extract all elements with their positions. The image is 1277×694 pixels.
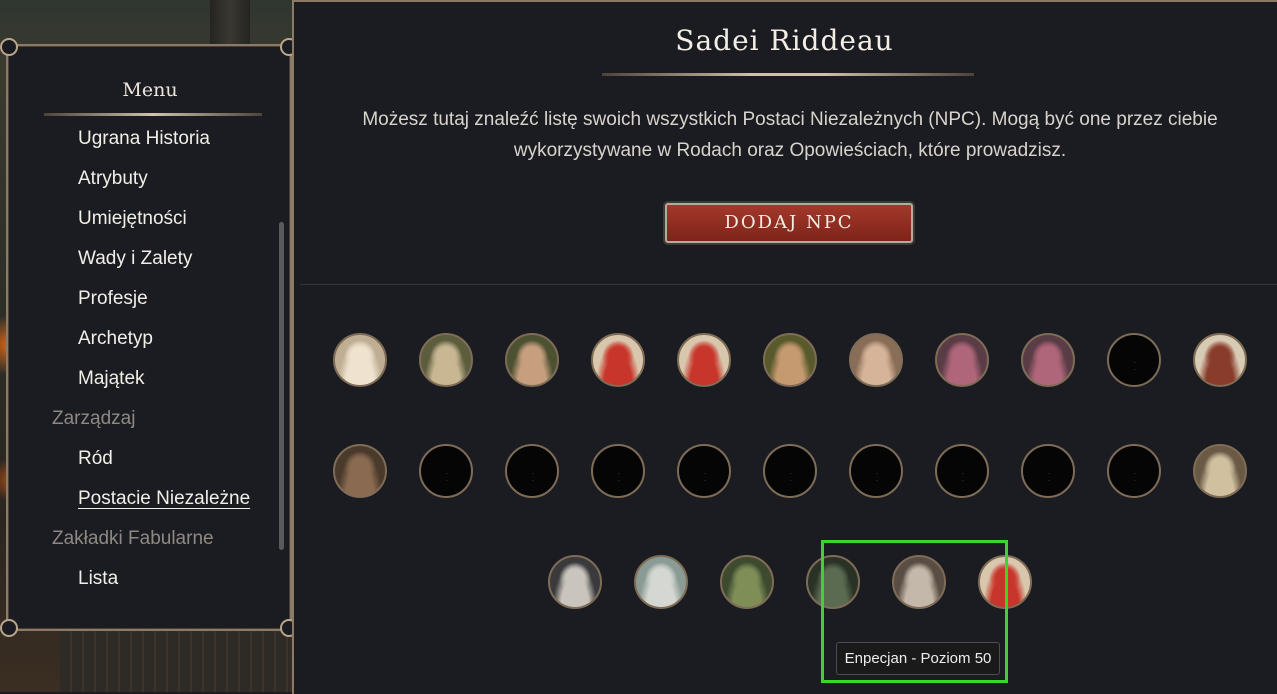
npc-avatar[interactable] [935,333,989,387]
title-divider [602,73,974,76]
menu-item-archetyp[interactable]: Archetyp [78,328,153,350]
npc-avatar[interactable] [333,444,387,498]
npc-avatar[interactable] [505,333,559,387]
npc-tooltip: Enpecjan - Poziom 50 [836,642,1000,675]
menu-scrollbar[interactable] [279,222,284,550]
placeholder-eyes-icon: · · [962,471,966,485]
menu-item-profesje[interactable]: Profesje [78,288,148,310]
placeholder-eyes-icon: · · [1134,360,1138,374]
menu-item-wady-i-zalety[interactable]: Wady i Zalety [78,248,192,270]
npc-avatar-empty[interactable]: · · [1021,444,1075,498]
menu-item-ugrana-historia[interactable]: Ugrana Historia [78,128,210,150]
npc-avatar-empty[interactable]: · · [505,444,559,498]
placeholder-eyes-icon: · · [1048,471,1052,485]
placeholder-eyes-icon: · · [704,471,708,485]
placeholder-eyes-icon: · · [618,471,622,485]
npc-avatar[interactable] [1193,444,1247,498]
npc-avatar[interactable] [763,333,817,387]
menu-item-majatek[interactable]: Majątek [78,368,145,390]
menu-item-atrybuty[interactable]: Atrybuty [78,168,148,190]
npc-avatar[interactable] [1021,333,1075,387]
menu-item-umiejetnosci[interactable]: Umiejętności [78,208,187,230]
npc-avatar[interactable] [548,555,602,609]
intro-line-1: Możesz tutaj znaleźć listę swoich wszyst… [362,109,1218,130]
npc-avatar-empty[interactable]: · · [419,444,473,498]
menu-section-zakladki-fabularne: Zakładki Fabularne [52,528,214,549]
placeholder-eyes-icon: · · [790,471,794,485]
placeholder-eyes-icon: · · [1134,471,1138,485]
menu-divider [44,113,262,116]
npc-avatar[interactable] [419,333,473,387]
placeholder-eyes-icon: · · [446,471,450,485]
npc-avatar-empty[interactable]: · · [763,444,817,498]
npc-avatar[interactable] [720,555,774,609]
npc-avatar-empty[interactable]: · · [591,444,645,498]
section-divider [300,284,1277,285]
npc-avatar[interactable] [333,333,387,387]
npc-avatar[interactable] [1193,333,1247,387]
menu-title: Menu [122,79,178,101]
menu-item-lista[interactable]: Lista [78,568,118,590]
page-title: Sadei Riddeau [675,24,894,57]
placeholder-eyes-icon: · · [532,471,536,485]
background-barn [60,625,290,692]
menu-section-zarzadzaj: Zarządzaj [52,408,136,429]
npc-avatar-empty[interactable]: · · [935,444,989,498]
npc-avatar-empty[interactable]: · · [677,444,731,498]
npc-avatar[interactable] [849,333,903,387]
ornament-corner [0,619,18,637]
intro-line-2: wykorzystywane w Rodach oraz Opowieściac… [513,140,1067,161]
intro-text: Możesz tutaj znaleźć listę swoich wszyst… [330,104,1250,166]
npc-avatar[interactable] [677,333,731,387]
add-npc-button[interactable]: DODAJ NPC [665,203,913,243]
ornament-corner [0,38,18,56]
npc-avatar[interactable] [634,555,688,609]
placeholder-eyes-icon: · · [876,471,880,485]
npc-avatar-empty[interactable]: · · [1107,444,1161,498]
npc-avatar[interactable] [591,333,645,387]
npc-avatar-empty[interactable]: · · [849,444,903,498]
menu-item-postacie-niezalezne[interactable]: Postacie Niezależne [78,488,250,510]
npc-avatar-empty[interactable]: · · [1107,333,1161,387]
menu-item-rod[interactable]: Ród [78,448,113,470]
